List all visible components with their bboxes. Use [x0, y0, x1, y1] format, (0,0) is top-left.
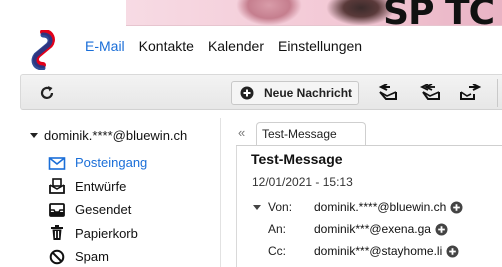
banner-text: SP TC: [383, 0, 495, 26]
banner-image-figure: [236, 0, 302, 25]
nav-email[interactable]: E-Mail: [85, 38, 125, 54]
mail-toolbar: Neue Nachricht: [20, 74, 502, 110]
inbox-icon: [48, 156, 66, 170]
promo-banner[interactable]: SP TC: [126, 0, 502, 26]
new-message-button[interactable]: Neue Nachricht: [231, 81, 359, 105]
from-label: Von:: [268, 200, 293, 214]
sent-icon: [49, 202, 65, 217]
message-subject: Test-Message: [251, 151, 343, 167]
account-email: dominik.****@bluewin.ch: [44, 128, 188, 143]
tab-label: Test-Message: [262, 127, 337, 141]
folder-trash[interactable]: Papierkorb: [48, 222, 147, 246]
header-to: An: dominik***@exena.ga: [268, 222, 448, 236]
column-divider: [220, 118, 221, 267]
folder-label: Papierkorb: [75, 225, 138, 241]
reply-icon[interactable]: [377, 84, 399, 102]
add-contact-icon[interactable]: [435, 223, 448, 236]
account-header[interactable]: dominik.****@bluewin.ch: [30, 128, 187, 143]
reply-all-icon[interactable]: [419, 84, 441, 102]
folder-spam[interactable]: Spam: [48, 245, 147, 267]
to-label: An:: [268, 222, 287, 236]
caret-down-icon[interactable]: [253, 204, 261, 212]
message-date: 12/01/2021 - 15:13: [252, 175, 353, 189]
refresh-icon[interactable]: [39, 85, 55, 101]
cc-label: Cc:: [268, 244, 286, 258]
folder-list: Posteingang Entwürfe Gesendet Papierkorb: [48, 151, 147, 267]
caret-down-icon: [30, 132, 38, 138]
folder-inbox[interactable]: Posteingang: [48, 151, 147, 175]
collapse-list-button[interactable]: «: [238, 125, 245, 140]
add-contact-icon[interactable]: [446, 245, 459, 258]
nav-settings[interactable]: Einstellungen: [278, 38, 362, 54]
new-message-label: Neue Nachricht: [264, 86, 353, 100]
trash-icon: [51, 225, 63, 241]
drafts-icon: [49, 178, 65, 195]
toolbar-separator: [497, 79, 498, 107]
nav-calendar[interactable]: Kalender: [208, 38, 264, 54]
folder-drafts[interactable]: Entwürfe: [48, 175, 147, 199]
folder-sent[interactable]: Gesendet: [48, 198, 147, 222]
swisscom-logo-icon[interactable]: [30, 30, 56, 70]
folder-label: Gesendet: [75, 202, 132, 218]
tab-message[interactable]: Test-Message: [256, 122, 366, 146]
nav-contacts[interactable]: Kontakte: [139, 38, 194, 54]
plus-circle-icon: [240, 86, 254, 100]
header-from: Von: dominik.****@bluewin.ch: [253, 200, 463, 214]
forward-icon[interactable]: [459, 84, 481, 102]
folder-label: Posteingang: [75, 155, 148, 171]
folder-label: Spam: [75, 249, 109, 265]
top-navigation: E-Mail Kontakte Kalender Einstellungen: [85, 38, 362, 54]
cc-address[interactable]: dominik***@stayhome.li: [314, 244, 442, 258]
add-contact-icon[interactable]: [450, 201, 463, 214]
to-address[interactable]: dominik***@exena.ga: [314, 222, 431, 236]
folder-label: Entwürfe: [75, 178, 127, 194]
from-address[interactable]: dominik.****@bluewin.ch: [314, 200, 446, 214]
header-cc: Cc: dominik***@stayhome.li: [268, 244, 459, 258]
spam-icon: [49, 249, 65, 265]
